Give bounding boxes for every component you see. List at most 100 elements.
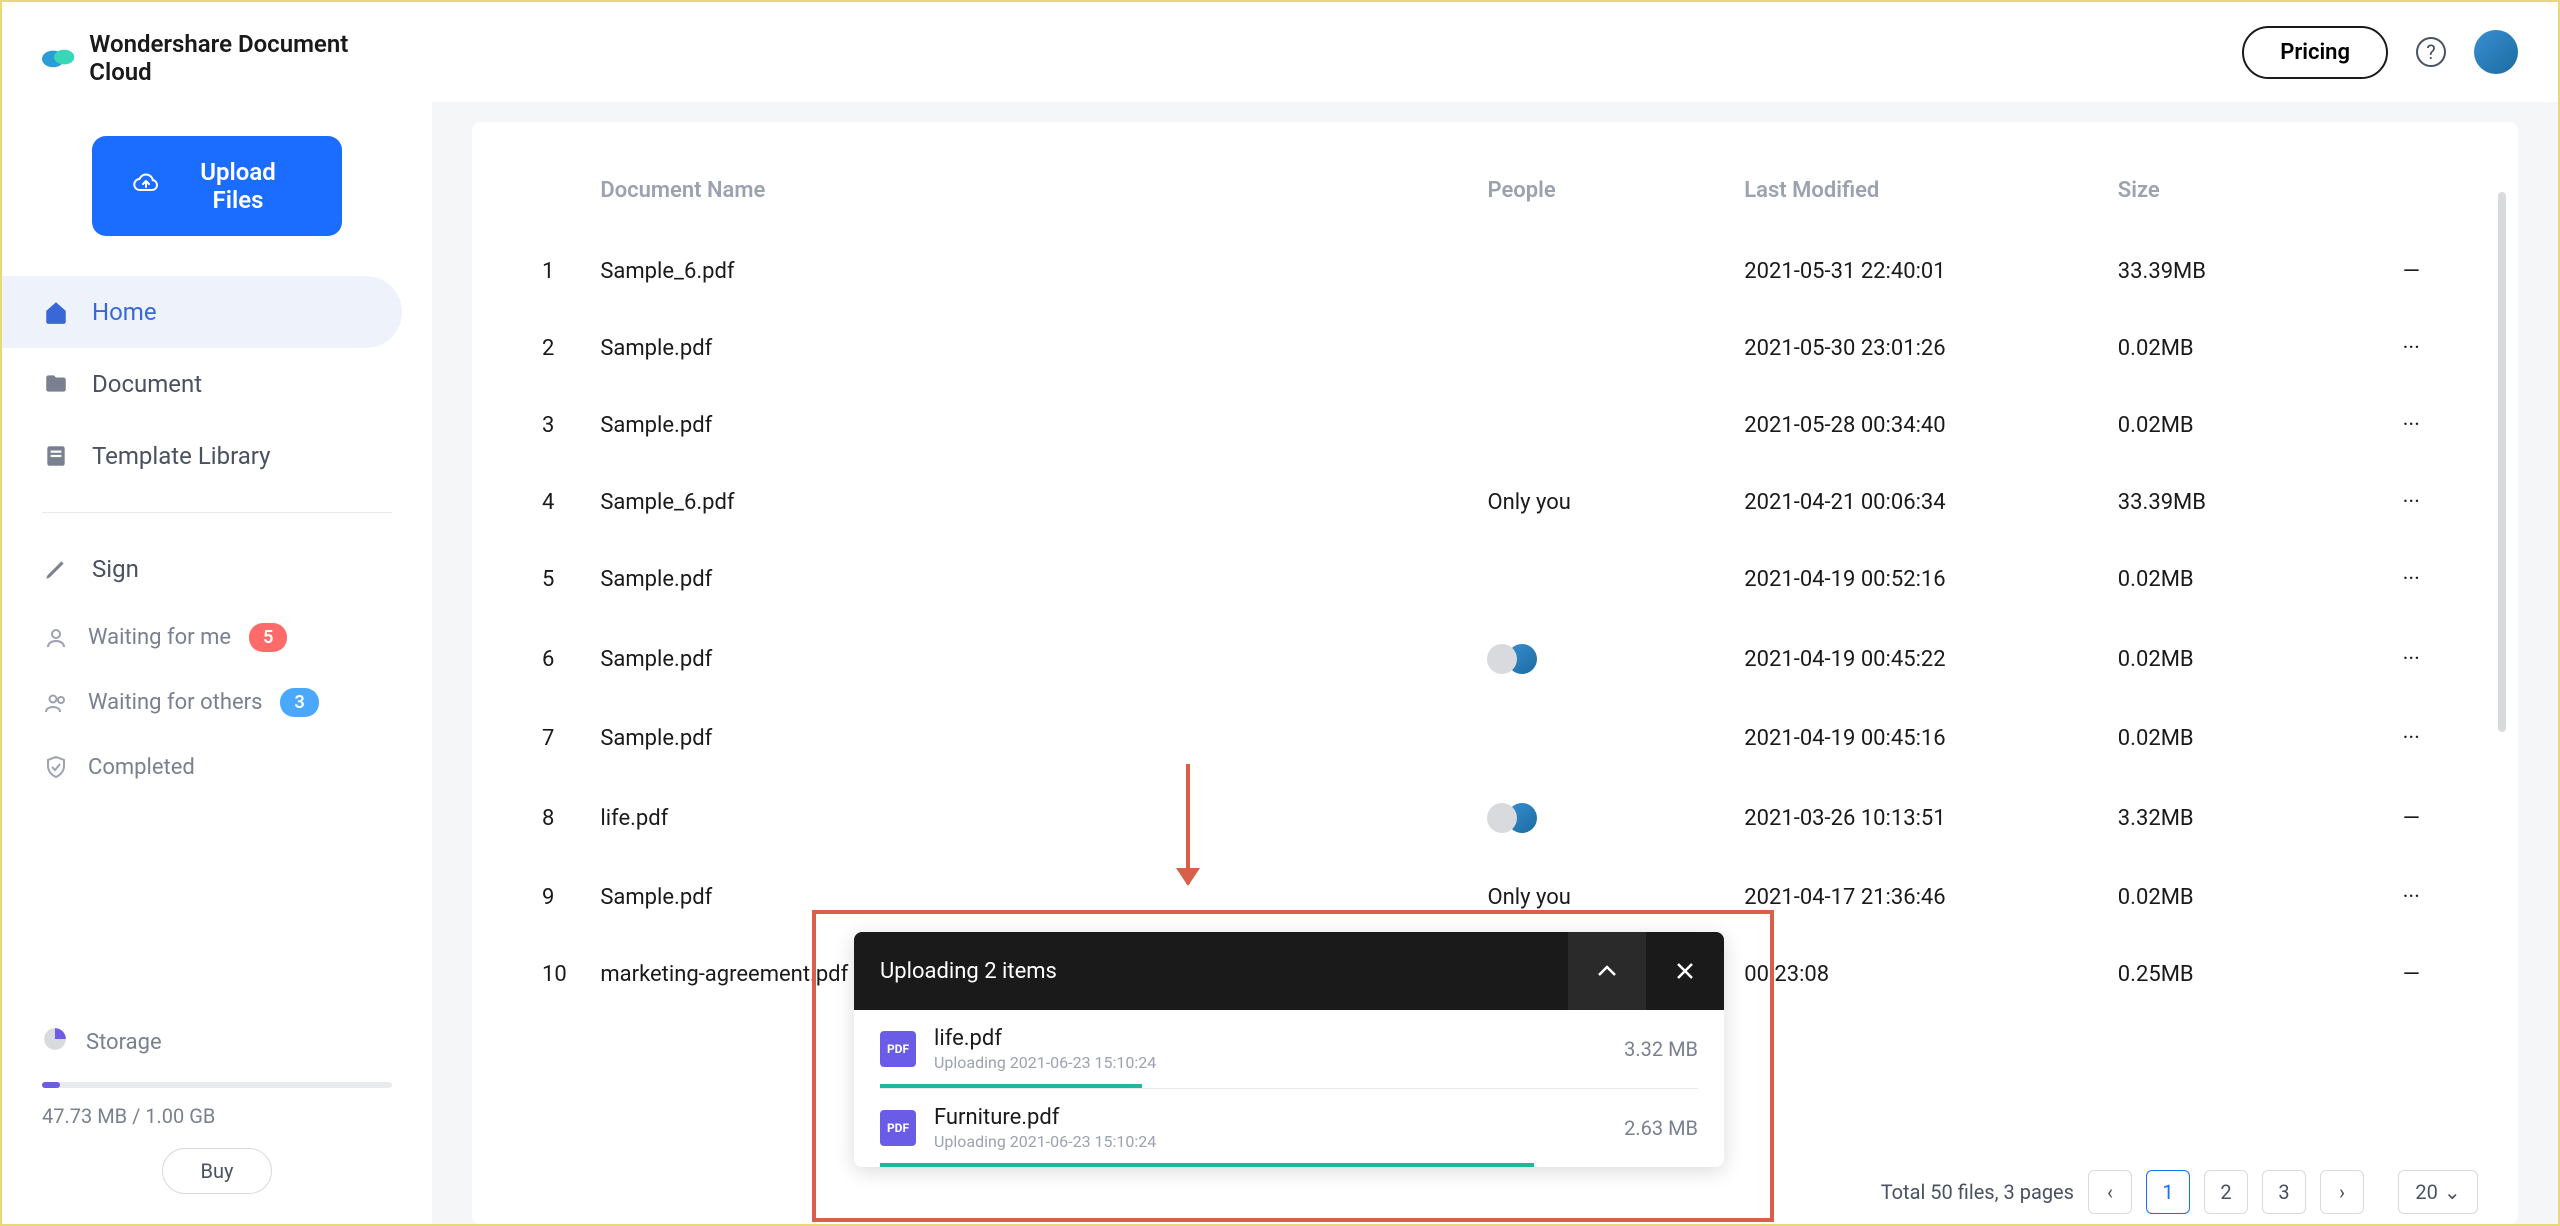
row-people: Only you <box>1477 464 1734 541</box>
row-actions[interactable]: ··· <box>2365 387 2458 464</box>
row-name: Sample_6.pdf <box>590 233 1477 310</box>
row-actions[interactable]: ··· <box>2365 700 2458 777</box>
row-name: Sample.pdf <box>590 310 1477 387</box>
upload-item-sub: Uploading 2021-06-23 15:10:24 <box>934 1132 1156 1151</box>
row-people <box>1477 233 1734 310</box>
row-index: 6 <box>532 618 590 700</box>
upload-progress <box>880 1163 1698 1167</box>
home-icon <box>42 298 70 326</box>
row-modified: 2021-04-17 21:36:46 <box>1734 859 2108 936</box>
row-actions[interactable]: ··· <box>2365 310 2458 387</box>
row-name: Sample.pdf <box>590 387 1477 464</box>
row-actions[interactable]: ··· <box>2365 541 2458 618</box>
col-people[interactable]: People <box>1477 162 1734 233</box>
row-modified: 2021-03-26 10:13:51 <box>1734 777 2108 859</box>
pagination-summary: Total 50 files, 3 pages <box>1881 1180 2074 1204</box>
table-row[interactable]: 6Sample.pdf2021-04-19 00:45:220.02MB··· <box>532 618 2458 700</box>
chevron-up-icon <box>1597 965 1617 977</box>
people-icon <box>42 689 70 717</box>
scrollbar[interactable] <box>2498 192 2506 732</box>
upload-label: Upload Files <box>174 158 302 214</box>
row-modified: 2021-05-30 23:01:26 <box>1734 310 2108 387</box>
template-icon <box>42 442 70 470</box>
row-actions[interactable]: — <box>2365 936 2458 1013</box>
brand-name: Wondershare Document Cloud <box>89 30 392 86</box>
row-name: Sample.pdf <box>590 618 1477 700</box>
page-number[interactable]: 3 <box>2262 1170 2306 1214</box>
pen-icon <box>42 555 70 583</box>
topbar: Pricing ? <box>432 2 2558 102</box>
upload-item-sub: Uploading 2021-06-23 15:10:24 <box>934 1053 1156 1072</box>
row-actions[interactable]: ··· <box>2365 859 2458 936</box>
pdf-icon: PDF <box>880 1110 916 1146</box>
col-size[interactable]: Size <box>2108 162 2365 233</box>
row-index: 5 <box>532 541 590 618</box>
page-size-select[interactable]: 20 ⌄ <box>2398 1170 2478 1214</box>
row-index: 3 <box>532 387 590 464</box>
table-row[interactable]: 5Sample.pdf2021-04-19 00:52:160.02MB··· <box>532 541 2458 618</box>
row-people <box>1477 541 1734 618</box>
row-actions[interactable]: ··· <box>2365 464 2458 541</box>
upload-item-name: life.pdf <box>934 1026 1156 1051</box>
table-row[interactable]: 9Sample.pdfOnly you2021-04-17 21:36:460.… <box>532 859 2458 936</box>
people-text: Only you <box>1487 490 1570 515</box>
row-modified: 2021-04-19 00:52:16 <box>1734 541 2108 618</box>
upload-files-button[interactable]: Upload Files <box>92 136 342 236</box>
storage-section: Storage 47.73 MB / 1.00 GB Buy <box>2 1026 432 1194</box>
avatar-group <box>1487 644 1724 674</box>
upload-item-size: 2.63 MB <box>1624 1116 1698 1140</box>
collapse-button[interactable] <box>1568 932 1646 1010</box>
upload-item-size: 3.32 MB <box>1624 1037 1698 1061</box>
documents-table: Document Name People Last Modified Size … <box>532 162 2458 1013</box>
sub-completed[interactable]: Completed <box>2 735 432 799</box>
page-number[interactable]: 2 <box>2204 1170 2248 1214</box>
avatar-group <box>1487 803 1724 833</box>
storage-text: 47.73 MB / 1.00 GB <box>42 1104 392 1128</box>
row-size: 0.02MB <box>2108 618 2365 700</box>
row-index: 2 <box>532 310 590 387</box>
buy-button[interactable]: Buy <box>162 1148 272 1194</box>
shield-check-icon <box>42 753 70 781</box>
row-size: 33.39MB <box>2108 233 2365 310</box>
upload-item: PDFFurniture.pdfUploading 2021-06-23 15:… <box>854 1089 1724 1167</box>
help-icon[interactable]: ? <box>2416 37 2446 67</box>
page-number[interactable]: 1 <box>2146 1170 2190 1214</box>
row-people <box>1477 387 1734 464</box>
col-modified[interactable]: Last Modified <box>1734 162 2108 233</box>
row-actions[interactable]: ··· <box>2365 618 2458 700</box>
table-row[interactable]: 4Sample_6.pdfOnly you2021-04-21 00:06:34… <box>532 464 2458 541</box>
row-name: Sample_6.pdf <box>590 464 1477 541</box>
row-size: 0.02MB <box>2108 387 2365 464</box>
nav-template-library[interactable]: Template Library <box>2 420 432 492</box>
table-row[interactable]: 8life.pdf2021-03-26 10:13:513.32MB— <box>532 777 2458 859</box>
divider <box>42 512 392 513</box>
nav-home[interactable]: Home <box>2 276 402 348</box>
page-prev[interactable]: ‹ <box>2088 1170 2132 1214</box>
sub-waiting-for-me[interactable]: Waiting for me 5 <box>2 605 432 670</box>
badge-count: 3 <box>280 688 318 717</box>
table-row[interactable]: 3Sample.pdf2021-05-28 00:34:400.02MB··· <box>532 387 2458 464</box>
sub-waiting-for-others[interactable]: Waiting for others 3 <box>2 670 432 735</box>
page-next[interactable]: › <box>2320 1170 2364 1214</box>
row-modified: 2021-04-21 00:06:34 <box>1734 464 2108 541</box>
table-row[interactable]: 2Sample.pdf 2021-05-30 23:01:260.02MB··· <box>532 310 2458 387</box>
table-row[interactable]: 7Sample.pdf2021-04-19 00:45:160.02MB··· <box>532 700 2458 777</box>
nav-document[interactable]: Document <box>2 348 432 420</box>
row-people <box>1477 618 1734 700</box>
close-button[interactable] <box>1646 932 1724 1010</box>
row-name: Sample.pdf <box>590 859 1477 936</box>
row-size: 0.02MB <box>2108 541 2365 618</box>
col-name[interactable]: Document Name <box>590 162 1477 233</box>
row-index: 8 <box>532 777 590 859</box>
nav-sign[interactable]: Sign <box>2 533 432 605</box>
person-icon <box>42 624 70 652</box>
pricing-button[interactable]: Pricing <box>2242 26 2388 79</box>
table-row[interactable]: 1Sample_6.pdf2021-05-31 22:40:0133.39MB— <box>532 233 2458 310</box>
row-index: 7 <box>532 700 590 777</box>
row-size: 3.32MB <box>2108 777 2365 859</box>
user-avatar[interactable] <box>2474 30 2518 74</box>
row-size: 0.02MB <box>2108 310 2365 387</box>
badge-count: 5 <box>249 623 287 652</box>
row-actions[interactable]: — <box>2365 777 2458 859</box>
row-actions[interactable]: — <box>2365 233 2458 310</box>
